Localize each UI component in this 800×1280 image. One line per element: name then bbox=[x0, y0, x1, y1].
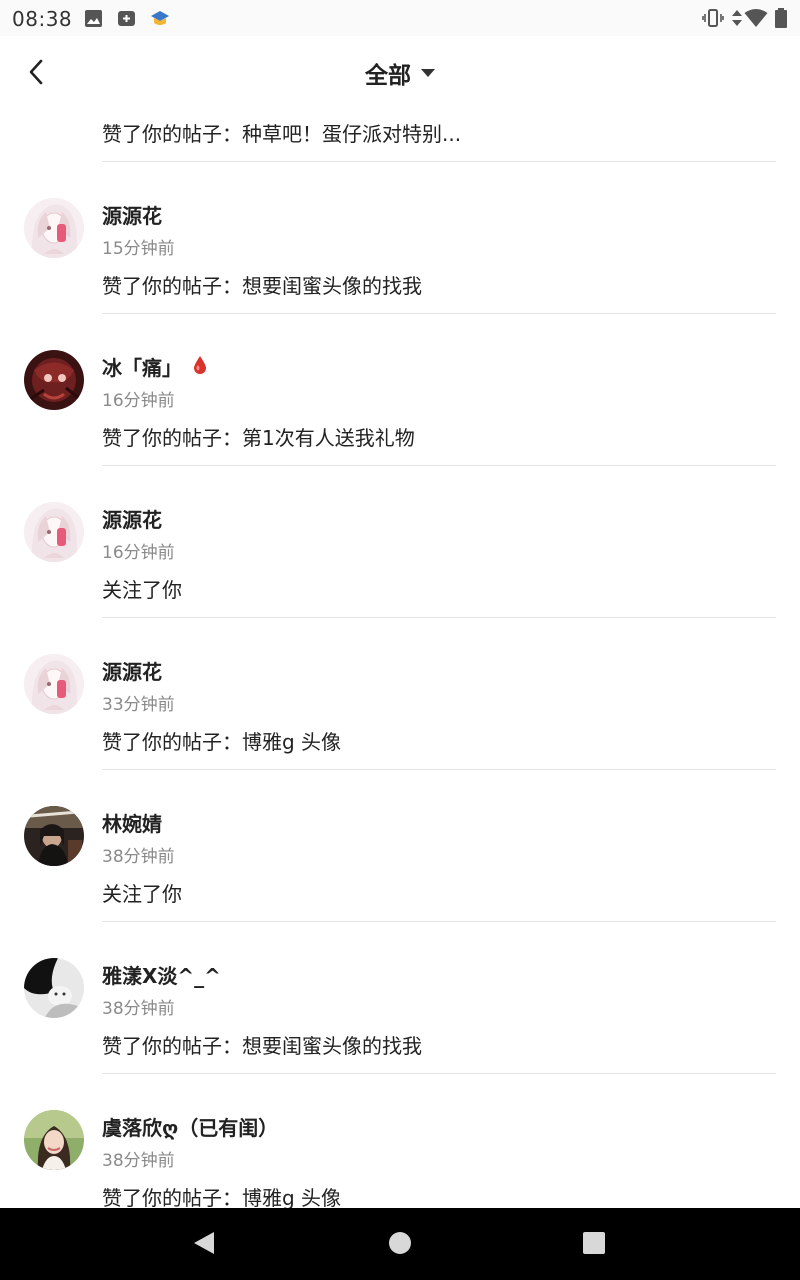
avatar[interactable] bbox=[24, 350, 84, 410]
vibrate-icon bbox=[702, 8, 724, 32]
blood-drop-icon bbox=[192, 355, 208, 379]
status-bar: 08:38 bbox=[0, 0, 800, 36]
timestamp: 38分钟前 bbox=[102, 847, 175, 867]
list-item-partial[interactable]: 赞了你的帖子：种草吧！蛋仔派对特别... bbox=[0, 110, 800, 162]
avatar[interactable] bbox=[24, 806, 84, 866]
notification-action: 赞了你的帖子：种草吧！蛋仔派对特别... bbox=[102, 122, 462, 146]
timestamp: 38分钟前 bbox=[102, 1151, 175, 1171]
username[interactable]: 虞落欣ღ（已有闺） bbox=[102, 1112, 278, 1141]
notification-action: 赞了你的帖子：博雅g 头像 bbox=[102, 1186, 342, 1208]
notification-action: 关注了你 bbox=[102, 882, 182, 906]
avatar[interactable] bbox=[24, 958, 84, 1018]
notification-action: 赞了你的帖子：想要闺蜜头像的找我 bbox=[102, 274, 422, 298]
avatar[interactable] bbox=[24, 654, 84, 714]
battery-icon bbox=[774, 8, 788, 32]
image-icon bbox=[84, 9, 103, 32]
avatar[interactable] bbox=[24, 502, 84, 562]
list-item[interactable]: 源源花 15分钟前 赞了你的帖子：想要闺蜜头像的找我 bbox=[0, 162, 800, 314]
app-notification-icon bbox=[149, 9, 171, 32]
username[interactable]: 源源花 bbox=[102, 504, 162, 533]
top-bar: 全部 bbox=[0, 36, 800, 110]
timestamp: 16分钟前 bbox=[102, 543, 175, 563]
username[interactable]: 源源花 bbox=[102, 656, 162, 685]
navigation-bar bbox=[0, 1208, 800, 1280]
timestamp: 38分钟前 bbox=[102, 999, 175, 1019]
data-arrows-icon bbox=[731, 8, 743, 32]
username[interactable]: 雅漾X淡^_^ bbox=[102, 960, 221, 989]
list-item[interactable]: 源源花 16分钟前 关注了你 bbox=[0, 466, 800, 618]
username[interactable]: 源源花 bbox=[102, 200, 162, 229]
list-item[interactable]: 虞落欣ღ（已有闺） 38分钟前 赞了你的帖子：博雅g 头像 bbox=[0, 1074, 800, 1208]
user-row: 源源花 bbox=[102, 200, 162, 229]
nav-home-button[interactable] bbox=[385, 1230, 415, 1260]
user-row: 冰「痛」 bbox=[102, 352, 208, 381]
list-item[interactable]: 林婉婧 38分钟前 关注了你 bbox=[0, 770, 800, 922]
filter-dropdown[interactable]: 全部 bbox=[0, 56, 800, 90]
notification-action: 关注了你 bbox=[102, 578, 182, 602]
notification-action: 赞了你的帖子：第1次有人送我礼物 bbox=[102, 426, 415, 450]
nav-home-icon bbox=[388, 1231, 412, 1259]
user-row: 源源花 bbox=[102, 504, 162, 533]
list-item[interactable]: 源源花 33分钟前 赞了你的帖子：博雅g 头像 bbox=[0, 618, 800, 770]
add-box-icon bbox=[117, 9, 136, 32]
nav-back-button[interactable] bbox=[189, 1230, 219, 1260]
timestamp: 16分钟前 bbox=[102, 391, 175, 411]
avatar[interactable] bbox=[24, 198, 84, 258]
list-item[interactable]: 冰「痛」 16分钟前 赞了你的帖子：第1次有人送我礼物 bbox=[0, 314, 800, 466]
caret-down-icon bbox=[421, 69, 435, 77]
notification-action: 赞了你的帖子：想要闺蜜头像的找我 bbox=[102, 1034, 422, 1058]
nav-back-icon bbox=[192, 1230, 216, 1260]
status-time: 08:38 bbox=[12, 7, 73, 31]
user-row: 林婉婧 bbox=[102, 808, 162, 837]
avatar[interactable] bbox=[24, 1110, 84, 1170]
timestamp: 33分钟前 bbox=[102, 695, 175, 715]
user-row: 雅漾X淡^_^ bbox=[102, 960, 221, 989]
nav-recents-button[interactable] bbox=[579, 1230, 609, 1260]
notification-list[interactable]: 赞了你的帖子：种草吧！蛋仔派对特别... 源源花 15分钟前 赞了你的帖子：想要… bbox=[0, 110, 800, 1208]
username[interactable]: 林婉婧 bbox=[102, 808, 162, 837]
nav-recents-icon bbox=[582, 1231, 606, 1259]
user-row: 源源花 bbox=[102, 656, 162, 685]
timestamp: 15分钟前 bbox=[102, 239, 175, 259]
user-row: 虞落欣ღ（已有闺） bbox=[102, 1112, 278, 1141]
page-title: 全部 bbox=[365, 63, 411, 89]
notification-action: 赞了你的帖子：博雅g 头像 bbox=[102, 730, 342, 754]
username[interactable]: 冰「痛」 bbox=[102, 352, 182, 381]
wifi-icon bbox=[744, 8, 768, 32]
list-item[interactable]: 雅漾X淡^_^ 38分钟前 赞了你的帖子：想要闺蜜头像的找我 bbox=[0, 922, 800, 1074]
